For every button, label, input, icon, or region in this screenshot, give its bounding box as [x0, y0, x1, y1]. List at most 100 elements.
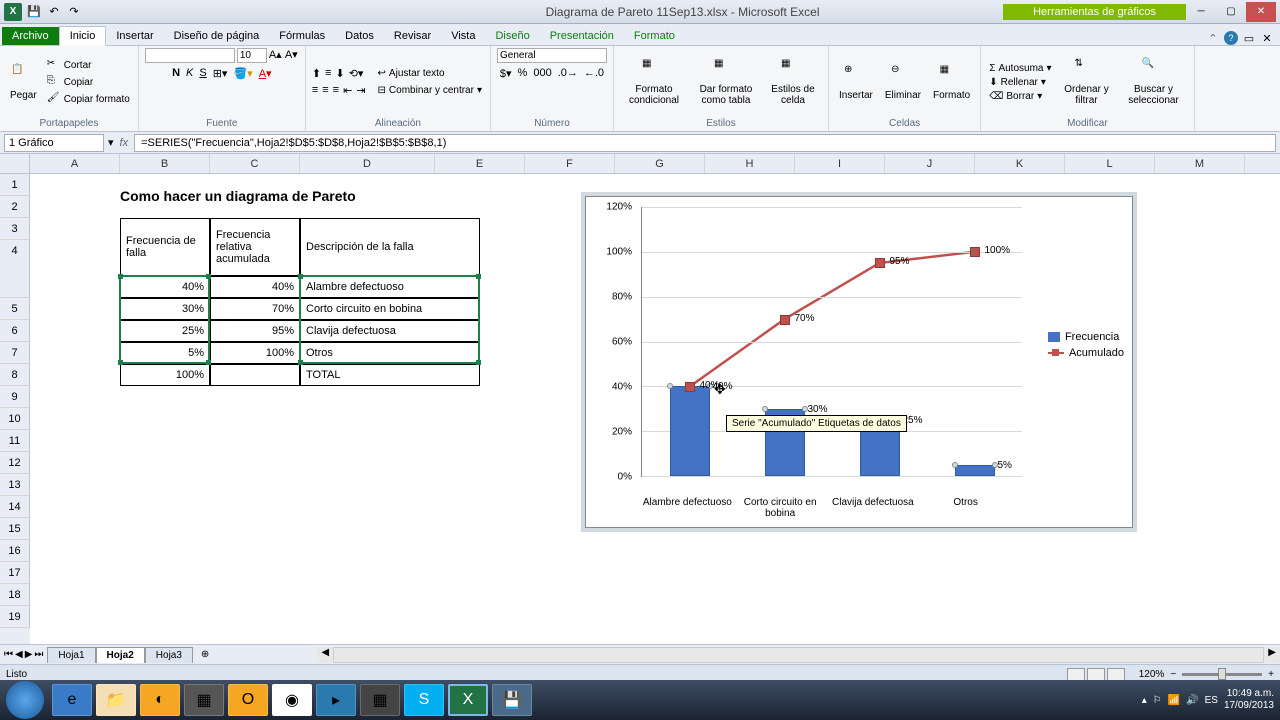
chart-object[interactable]: 0%20%40%60%80%100%120% 40%40%30%70%25%95… — [585, 196, 1133, 528]
task-outlook-icon[interactable]: O — [228, 684, 268, 716]
tab-insertar[interactable]: Insertar — [106, 27, 163, 45]
border-button[interactable]: ⊞▾ — [213, 67, 228, 80]
autosum-button[interactable]: ΣAutosuma▾ — [987, 62, 1053, 75]
tab-formulas[interactable]: Fórmulas — [269, 27, 335, 45]
row-header[interactable]: 16 — [0, 540, 30, 562]
minimize-ribbon-icon[interactable]: ⌃ — [1206, 31, 1220, 45]
format-cells-button[interactable]: ▦Formato — [929, 62, 974, 103]
task-explorer-icon[interactable]: 📁 — [96, 684, 136, 716]
task-skype-icon[interactable]: S — [404, 684, 444, 716]
row-header[interactable]: 6 — [0, 320, 30, 342]
zoom-out-button[interactable]: − — [1170, 669, 1176, 680]
chart-line-marker[interactable] — [875, 258, 885, 268]
chart-bar[interactable] — [955, 465, 995, 476]
col-header[interactable]: E — [435, 154, 525, 173]
table-cell[interactable]: 40% — [210, 276, 300, 298]
save-icon[interactable]: 💾 — [26, 4, 42, 20]
sheet-nav-prev-icon[interactable]: ◀ — [15, 649, 23, 660]
table-cell[interactable]: 100% — [210, 342, 300, 364]
indent-decrease-icon[interactable]: ⇤ — [343, 84, 352, 97]
task-chrome-icon[interactable]: ◉ — [272, 684, 312, 716]
find-select-button[interactable]: 🔍Buscar y seleccionar — [1120, 56, 1188, 108]
row-header[interactable]: 14 — [0, 496, 30, 518]
workbook-close-icon[interactable]: ✕ — [1260, 31, 1274, 45]
paste-button[interactable]: 📋 Pegar — [6, 62, 41, 103]
align-top-icon[interactable]: ⬆ — [312, 67, 321, 80]
row-header[interactable]: 17 — [0, 562, 30, 584]
italic-button[interactable]: K — [186, 67, 193, 80]
wrap-text-button[interactable]: ↩Ajustar texto — [376, 67, 484, 80]
horizontal-scrollbar[interactable]: ◀▶ — [317, 647, 1280, 663]
row-header[interactable]: 11 — [0, 430, 30, 452]
conditional-format-button[interactable]: ▦Formato condicional — [620, 56, 688, 108]
task-app-icon[interactable]: ◐ — [140, 684, 180, 716]
row-header[interactable]: 2 — [0, 196, 30, 218]
col-header[interactable]: B — [120, 154, 210, 173]
close-button[interactable]: ✕ — [1246, 2, 1276, 22]
tray-network-icon[interactable]: 📶 — [1168, 695, 1180, 706]
maximize-button[interactable]: ▢ — [1216, 2, 1246, 22]
format-painter-button[interactable]: 🖌Copiar formato — [45, 91, 132, 107]
orientation-icon[interactable]: ⟲▾ — [349, 67, 364, 80]
fill-button[interactable]: ⬇Rellenar▾ — [987, 76, 1053, 89]
comma-icon[interactable]: 000 — [533, 67, 551, 80]
percent-icon[interactable]: % — [518, 67, 528, 80]
col-header[interactable]: A — [30, 154, 120, 173]
zoom-slider[interactable] — [1182, 673, 1262, 676]
tab-formato[interactable]: Formato — [624, 27, 685, 45]
row-header[interactable]: 18 — [0, 584, 30, 606]
tab-revisar[interactable]: Revisar — [384, 27, 441, 45]
chart-line-marker[interactable] — [970, 247, 980, 257]
row-header[interactable]: 1 — [0, 174, 30, 196]
table-cell[interactable]: 100% — [120, 364, 210, 386]
task-excel-icon[interactable]: X — [448, 684, 488, 716]
col-header[interactable]: K — [975, 154, 1065, 173]
task-ie-icon[interactable]: e — [52, 684, 92, 716]
copy-button[interactable]: ⎘Copiar — [45, 74, 132, 90]
sheet-tab-hoja2[interactable]: Hoja2 — [96, 647, 145, 663]
insert-cells-button[interactable]: ⊕Insertar — [835, 62, 877, 103]
font-size-combo[interactable] — [237, 48, 267, 63]
grow-font-icon[interactable]: A▴ — [269, 48, 283, 62]
align-left-icon[interactable]: ≡ — [312, 84, 318, 97]
table-cell[interactable]: 95% — [210, 320, 300, 342]
task-app-icon[interactable]: ▦ — [360, 684, 400, 716]
sheet-nav-next-icon[interactable]: ▶ — [25, 649, 33, 660]
zoom-in-button[interactable]: + — [1268, 669, 1274, 680]
new-sheet-icon[interactable]: ⊕ — [193, 649, 217, 660]
row-header[interactable]: 19 — [0, 606, 30, 628]
row-header[interactable]: 5 — [0, 298, 30, 320]
table-cell[interactable]: 5% — [120, 342, 210, 364]
increase-decimal-icon[interactable]: .0→ — [558, 67, 578, 80]
chart-plot-area[interactable]: 40%40%30%70%25%95%5%100% — [641, 207, 1022, 477]
underline-button[interactable]: S — [199, 67, 206, 80]
sheet-nav-first-icon[interactable]: ⏮ — [4, 649, 13, 660]
table-cell[interactable]: Alambre defectuoso — [300, 276, 480, 298]
tab-inicio[interactable]: Inicio — [59, 26, 107, 46]
table-cell[interactable]: TOTAL — [300, 364, 480, 386]
col-header[interactable]: J — [885, 154, 975, 173]
tray-clock[interactable]: 10:49 a.m. 17/09/2013 — [1224, 688, 1274, 712]
bold-button[interactable]: N — [172, 67, 180, 80]
task-app-icon[interactable]: 💾 — [492, 684, 532, 716]
task-app-icon[interactable]: ▸ — [316, 684, 356, 716]
start-button[interactable] — [6, 681, 44, 719]
redo-icon[interactable]: ↷ — [66, 4, 82, 20]
col-header[interactable]: F — [525, 154, 615, 173]
table-cell[interactable]: Clavija defectuosa — [300, 320, 480, 342]
col-header[interactable]: C — [210, 154, 300, 173]
row-header[interactable]: 3 — [0, 218, 30, 240]
row-header[interactable]: 13 — [0, 474, 30, 496]
indent-increase-icon[interactable]: ⇥ — [356, 84, 365, 97]
row-header[interactable]: 12 — [0, 452, 30, 474]
row-header[interactable]: 10 — [0, 408, 30, 430]
select-all-corner[interactable] — [0, 154, 30, 173]
table-cell[interactable]: 25% — [120, 320, 210, 342]
row-header[interactable]: 9 — [0, 386, 30, 408]
help-icon[interactable]: ? — [1224, 31, 1238, 45]
delete-cells-button[interactable]: ⊖Eliminar — [881, 62, 925, 103]
tab-file[interactable]: Archivo — [2, 27, 59, 45]
align-right-icon[interactable]: ≡ — [333, 84, 339, 97]
decrease-decimal-icon[interactable]: ←.0 — [584, 67, 604, 80]
tray-up-icon[interactable]: ▴ — [1142, 695, 1147, 706]
